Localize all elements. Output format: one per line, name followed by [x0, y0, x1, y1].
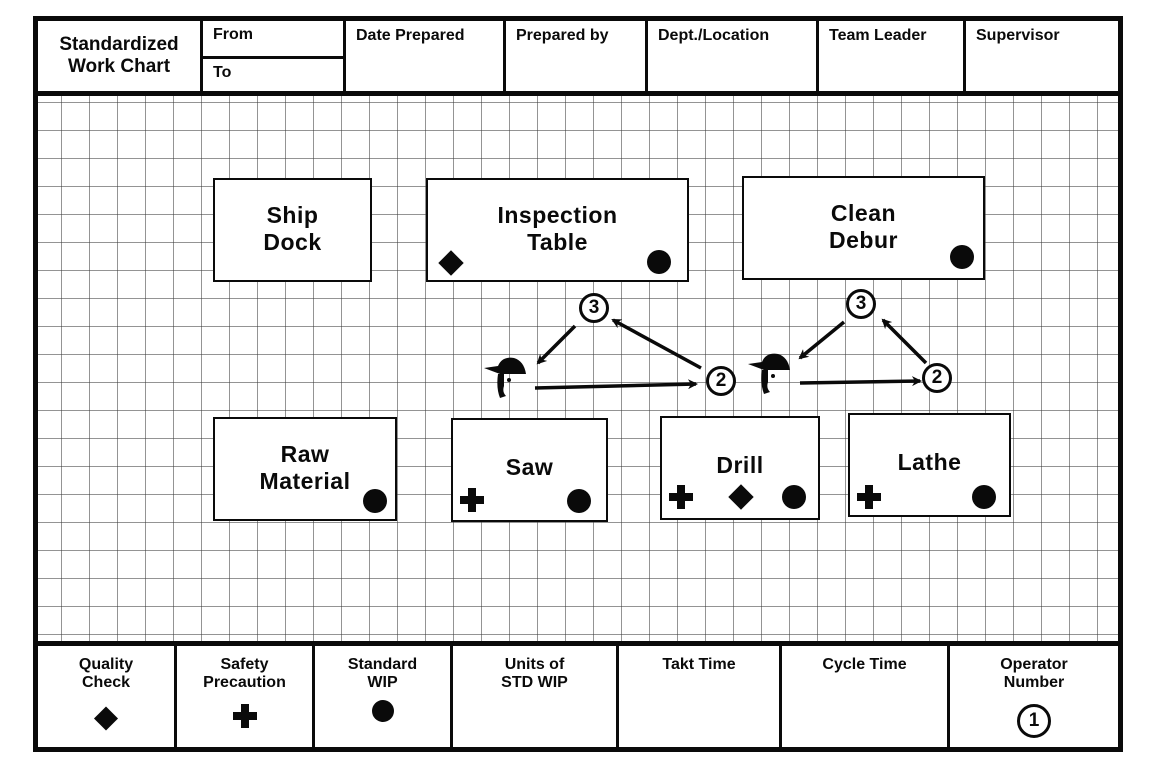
- standard-wip-icon: [371, 700, 394, 722]
- operator-flow-diagram: [484, 318, 928, 398]
- flow-arrow: [799, 376, 922, 387]
- legend-label: Safety: [220, 656, 269, 673]
- safety-precaution-icon: [232, 704, 257, 728]
- legend-label: Quality: [78, 656, 134, 673]
- quality-check-icon: [93, 706, 119, 731]
- step-number: 2: [715, 370, 727, 391]
- legend-row: Quality Check Safety Precaution Standard…: [38, 641, 1118, 752]
- operator-step-2: 2: [706, 366, 736, 396]
- work-chart-form: Standardized Work Chart From To Date Pre…: [33, 16, 1123, 752]
- legend-label: Units of: [504, 656, 565, 673]
- legend-label: Cycle Time: [822, 656, 907, 673]
- legend-operator-number: Operator Number 1: [950, 646, 1118, 752]
- flow-arrow: [881, 318, 928, 365]
- legend-standard-wip: Standard WIP: [315, 646, 453, 752]
- legend-label: Operator: [1000, 656, 1068, 673]
- legend-label: Precaution: [203, 674, 286, 691]
- legend-label: Takt Time: [662, 656, 736, 673]
- flow-arrow: [534, 379, 698, 390]
- step-number: 2: [931, 367, 943, 388]
- operator-step-2: 2: [922, 363, 952, 393]
- operator-step-3: 3: [846, 289, 876, 319]
- operator-number-icon: 1: [1017, 704, 1051, 738]
- step-number: 3: [855, 293, 867, 314]
- operator-number: 1: [1028, 710, 1040, 731]
- cycle-time-field[interactable]: Cycle Time: [782, 646, 950, 752]
- takt-time-field[interactable]: Takt Time: [619, 646, 782, 752]
- legend-label: Number: [1003, 674, 1065, 691]
- legend-label: Check: [81, 674, 131, 691]
- legend-label: WIP: [367, 674, 398, 691]
- legend-safety-precaution: Safety Precaution: [177, 646, 315, 752]
- legend-label: Standard: [347, 656, 418, 673]
- step-number: 3: [588, 297, 600, 318]
- operator-helmet-icon: [484, 357, 526, 398]
- flow-arrow: [798, 320, 846, 360]
- legend-quality-check: Quality Check: [38, 646, 177, 752]
- operator-step-3: 3: [579, 293, 609, 323]
- legend-label: STD WIP: [501, 674, 568, 691]
- flow-arrow: [536, 324, 577, 365]
- units-of-std-wip-field[interactable]: Units of STD WIP: [453, 646, 619, 752]
- flow-arrow: [611, 318, 702, 370]
- operator-helmet-icon: [748, 353, 790, 394]
